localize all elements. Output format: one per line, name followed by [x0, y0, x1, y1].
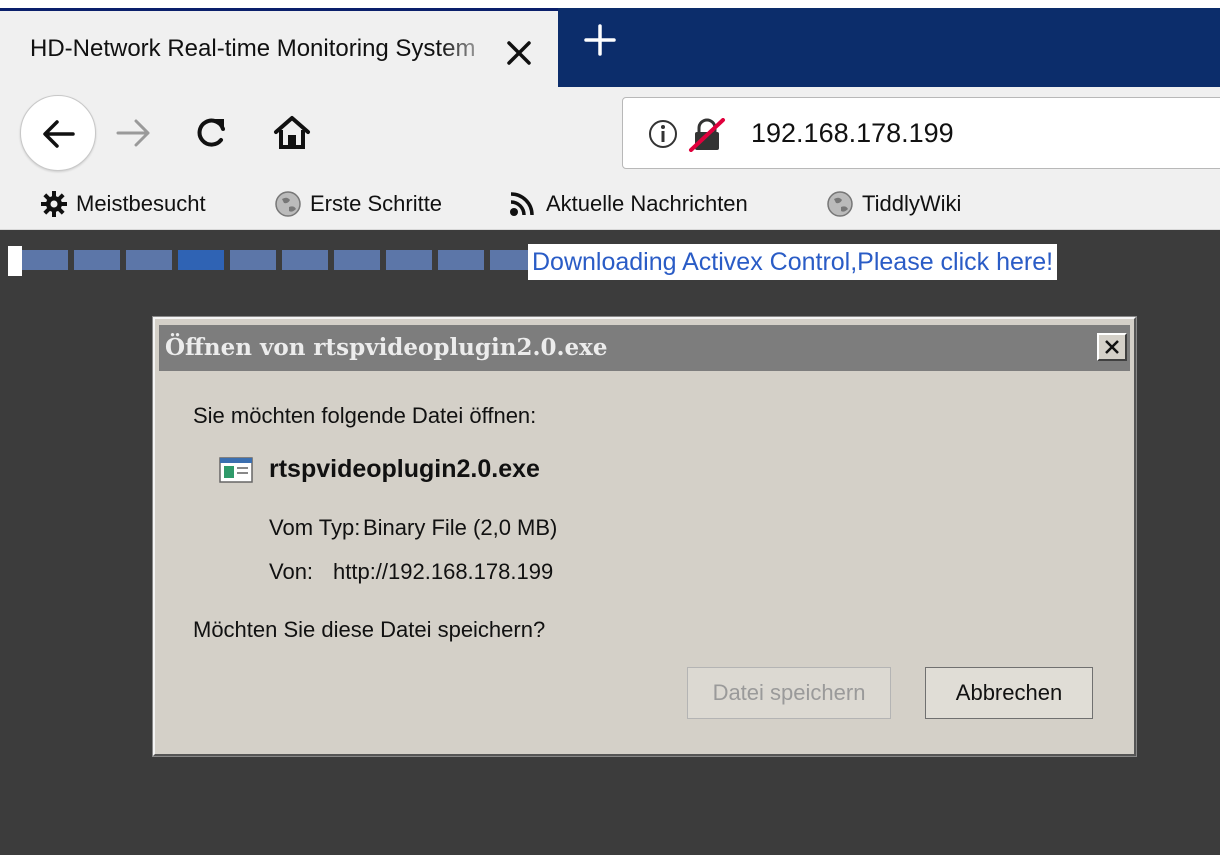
cancel-button[interactable]: Abbrechen: [925, 667, 1093, 719]
reload-icon: [197, 118, 225, 147]
dialog-title: Öffnen von rtspvideoplugin2.0.exe: [165, 334, 608, 361]
loader-segment: [386, 250, 432, 270]
loader-segment: [74, 250, 120, 270]
info-icon[interactable]: [647, 118, 679, 150]
bookmark-label: Aktuelle Nachrichten: [546, 191, 748, 216]
loader-segment: [126, 250, 172, 270]
url-bar[interactable]: 192.168.178.199: [622, 97, 1220, 169]
arrow-left-icon: [43, 120, 75, 148]
bookmarks-toolbar: Meistbesucht Erste Schritte Aktuelle Nac…: [0, 178, 1220, 230]
loader-start: [8, 246, 22, 276]
url-text: 192.168.178.199: [751, 118, 954, 148]
close-icon[interactable]: [503, 37, 535, 69]
tab-active[interactable]: HD-Network Real-time Monitoring System: [0, 8, 558, 88]
plus-icon[interactable]: [582, 22, 618, 58]
rss-icon: [510, 192, 534, 216]
close-icon: [1105, 340, 1119, 354]
loader-segment: [282, 250, 328, 270]
download-activex-link[interactable]: Downloading Activex Control,Please click…: [528, 244, 1058, 280]
bookmark-meistbesucht[interactable]: Meistbesucht: [40, 188, 206, 220]
loading-bar: [22, 250, 536, 270]
globe-icon: [275, 191, 301, 217]
reload-button[interactable]: [192, 113, 230, 151]
dialog-titlebar[interactable]: Öffnen von rtspvideoplugin2.0.exe: [159, 325, 1130, 371]
open-file-dialog: Öffnen von rtspvideoplugin2.0.exe Sie mö…: [153, 317, 1136, 756]
nav-toolbar: 192.168.178.199: [0, 87, 1220, 178]
gear-icon: [41, 191, 67, 217]
bookmark-tiddlywiki[interactable]: TiddlyWiki: [826, 188, 961, 220]
dialog-question: Möchten Sie diese Datei speichern?: [193, 617, 546, 642]
file-type-label: Vom Typ:: [269, 515, 361, 540]
save-file-button[interactable]: Datei speichern: [687, 667, 891, 719]
file-source-label: Von:: [269, 559, 314, 584]
bookmark-aktuelle-nachrichten[interactable]: Aktuelle Nachrichten: [508, 188, 748, 220]
home-button[interactable]: [272, 113, 312, 151]
loader-segment: [230, 250, 276, 270]
tab-title-fade: [440, 31, 500, 67]
dialog-close-button[interactable]: [1097, 333, 1127, 361]
loader-segment: [178, 250, 224, 270]
file-type-value: Binary File (2,0 MB): [363, 515, 558, 540]
bookmark-label: Meistbesucht: [76, 191, 206, 216]
loader-segment: [334, 250, 380, 270]
bookmark-label: Erste Schritte: [310, 191, 443, 216]
globe-icon: [827, 191, 853, 217]
bookmark-erste-schritte[interactable]: Erste Schritte: [274, 188, 442, 220]
forward-button[interactable]: [114, 115, 154, 151]
executable-file-icon: [219, 457, 253, 483]
insecure-lock-icon[interactable]: [687, 118, 727, 152]
arrow-right-icon: [116, 119, 150, 147]
dialog-intro: Sie möchten folgende Datei öffnen:: [193, 403, 537, 428]
tab-strip: HD-Network Real-time Monitoring System: [0, 0, 1220, 88]
tab-title: HD-Network Real-time Monitoring System: [30, 35, 476, 62]
loader-segment: [438, 250, 484, 270]
loader-segment: [22, 250, 68, 270]
back-button[interactable]: [20, 95, 96, 171]
file-source-value: http://192.168.178.199: [333, 559, 554, 584]
home-icon: [274, 116, 310, 149]
file-name: rtspvideoplugin2.0.exe: [269, 455, 540, 483]
bookmark-label: TiddlyWiki: [862, 191, 962, 216]
